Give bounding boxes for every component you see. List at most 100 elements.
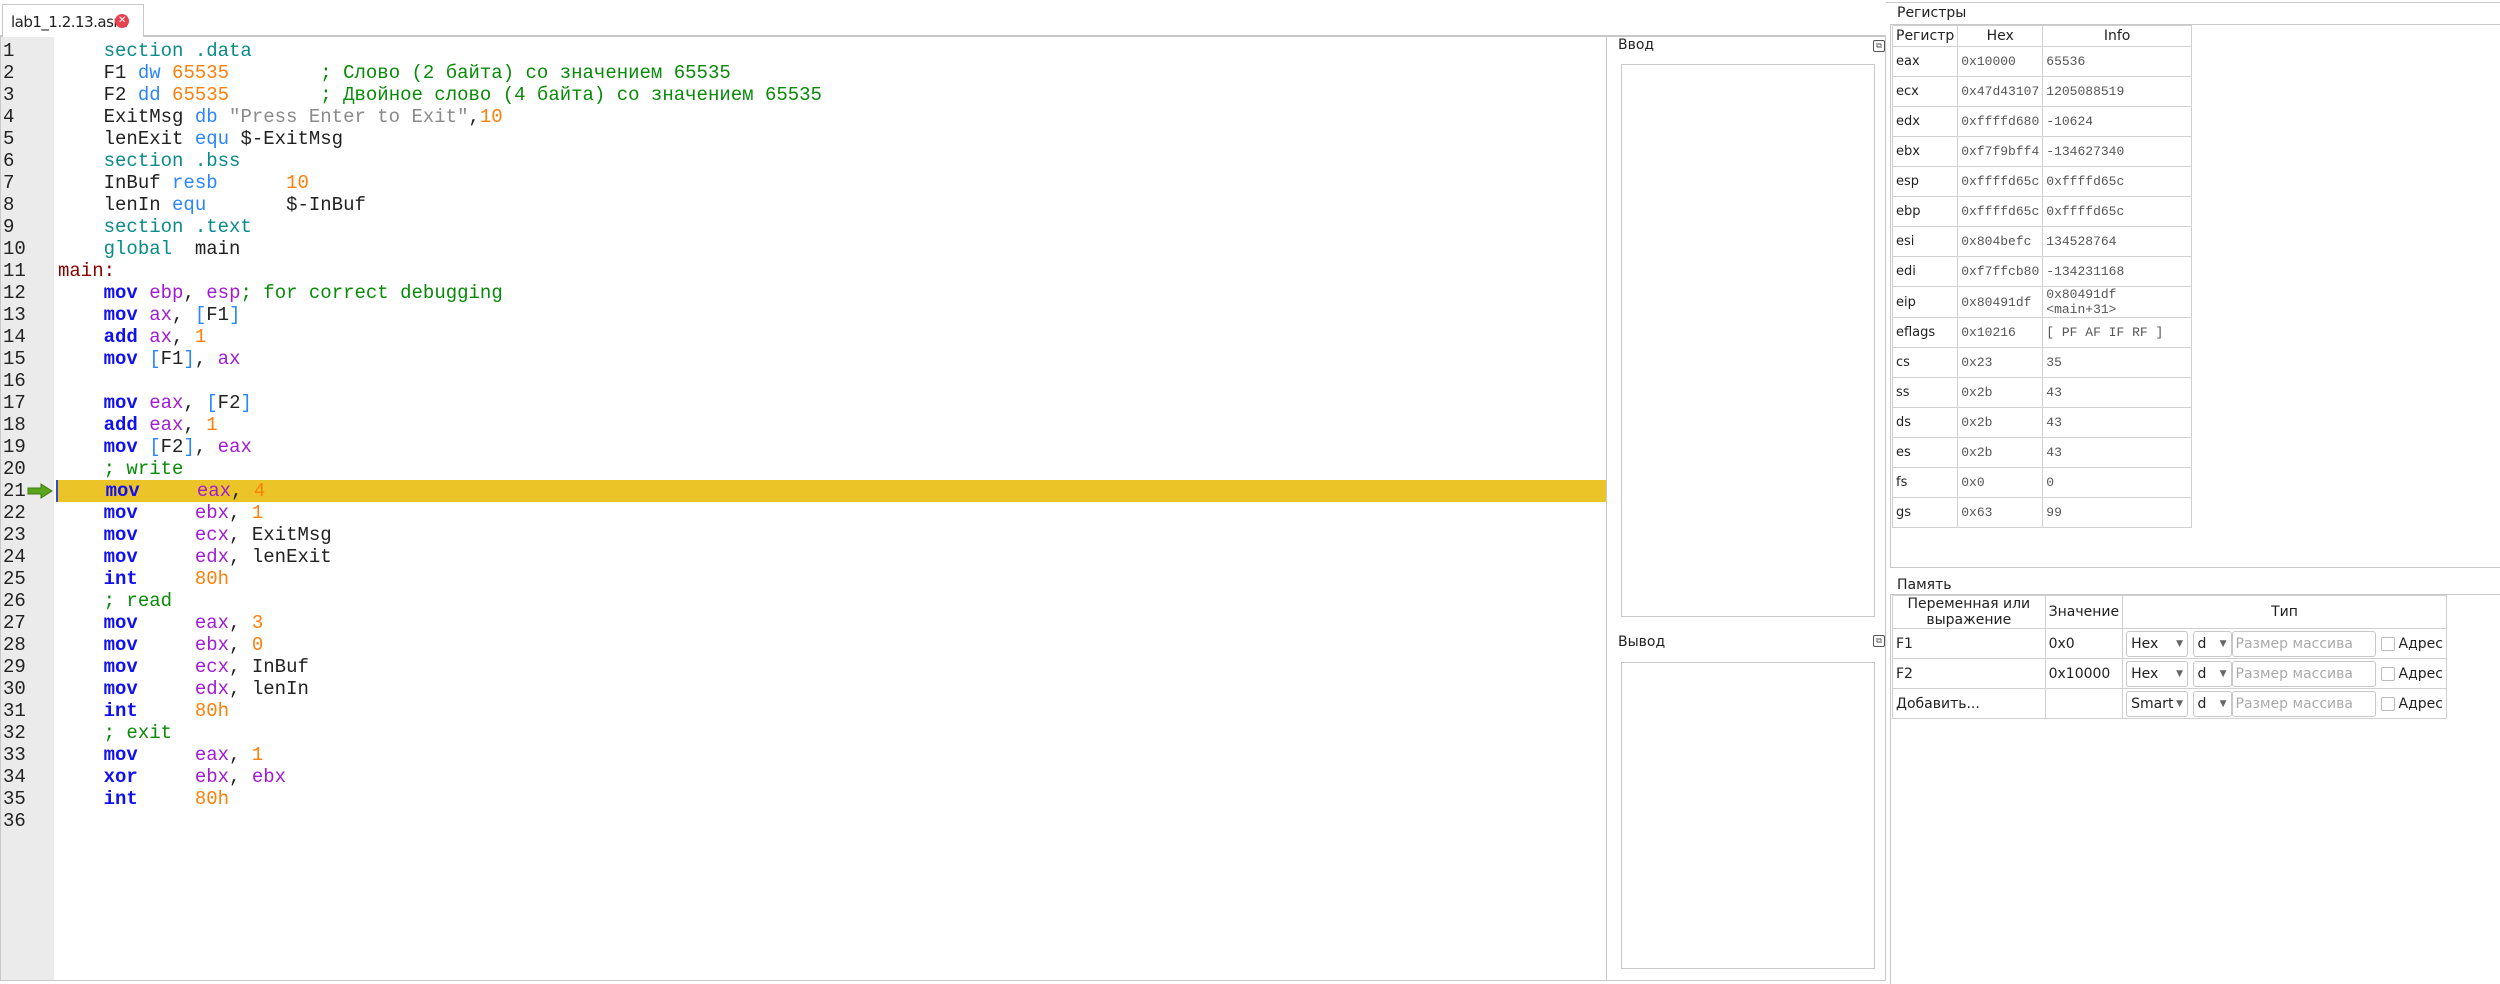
line-number[interactable]: 35 xyxy=(3,788,26,810)
line-number[interactable]: 4 xyxy=(3,106,14,128)
size-select[interactable]: d ▼ xyxy=(2192,630,2232,657)
array-size-input[interactable]: Размер массива xyxy=(2231,660,2376,687)
code-line[interactable]: ; read xyxy=(58,590,1606,612)
line-number[interactable]: 28 xyxy=(3,634,26,656)
code-line[interactable]: mov ax, [F1] xyxy=(58,304,1606,326)
register-row[interactable]: edx 0xffffd680 -10624 xyxy=(1891,106,2192,137)
code-line[interactable]: add eax, 1 xyxy=(58,414,1606,436)
code-line[interactable]: mov edx, lenExit xyxy=(58,546,1606,568)
line-number[interactable]: 15 xyxy=(3,348,26,370)
register-row[interactable]: esi 0x804befc 134528764 xyxy=(1891,226,2192,257)
code-line[interactable]: mov [F2], eax xyxy=(58,436,1606,458)
register-row[interactable]: ebx 0xf7f9bff4 -134627340 xyxy=(1891,136,2192,167)
line-number[interactable]: 22 xyxy=(3,502,26,524)
register-row[interactable]: gs 0x63 99 xyxy=(1891,497,2192,528)
code-line[interactable]: mov eax, 3 xyxy=(58,612,1606,634)
register-row[interactable]: eflags 0x10216[ PF AF IF RF ] xyxy=(1891,317,2192,348)
address-checkbox[interactable] xyxy=(2380,696,2395,711)
line-number[interactable]: 30 xyxy=(3,678,26,700)
line-number[interactable]: 5 xyxy=(3,128,14,150)
register-row[interactable]: ds 0x2b 43 xyxy=(1891,407,2192,438)
line-number[interactable]: 27 xyxy=(3,612,26,634)
code-line[interactable]: int 80h xyxy=(58,568,1606,590)
tab-file[interactable]: lab1_1.2.13.asm ✕ xyxy=(2,4,144,37)
format-select[interactable]: Hex ▼ xyxy=(2126,630,2189,657)
register-row[interactable]: eax 0x10000 65536 xyxy=(1891,46,2192,77)
register-row[interactable]: ebp 0xffffd65c 0xffffd65c xyxy=(1891,196,2192,227)
col-expression[interactable]: Переменная или выражение xyxy=(1892,595,2046,629)
code-line[interactable]: ExitMsg db "Press Enter to Exit",10 xyxy=(58,106,1606,128)
line-number[interactable]: 18 xyxy=(3,414,26,436)
line-number[interactable]: 9 xyxy=(3,216,14,238)
code-line[interactable]: lenExit equ $-ExitMsg xyxy=(58,128,1606,150)
code-line[interactable] xyxy=(58,370,1606,392)
code-line[interactable]: mov ebx, 1 xyxy=(58,502,1606,524)
line-number[interactable]: 36 xyxy=(3,810,26,832)
code-line[interactable]: section .text xyxy=(58,216,1606,238)
array-size-input[interactable]: Размер массива xyxy=(2231,690,2376,717)
line-number[interactable]: 12 xyxy=(3,282,26,304)
size-select[interactable]: d ▼ xyxy=(2192,690,2232,717)
line-number[interactable]: 16 xyxy=(3,370,26,392)
memory-expression[interactable]: F1 xyxy=(1892,628,2046,659)
col-type[interactable]: Тип xyxy=(2122,595,2447,629)
line-number[interactable]: 29 xyxy=(3,656,26,678)
line-number[interactable]: 11 xyxy=(3,260,26,282)
line-number[interactable]: 7 xyxy=(3,172,14,194)
line-number[interactable]: 34 xyxy=(3,766,26,788)
code-line[interactable]: mov edx, lenIn xyxy=(58,678,1606,700)
code-line[interactable]: add ax, 1 xyxy=(58,326,1606,348)
col-value[interactable]: Значение xyxy=(2044,595,2124,629)
code-line[interactable]: InBuf resb 10 xyxy=(58,172,1606,194)
address-checkbox[interactable] xyxy=(2380,666,2395,681)
col-hex[interactable]: Hex xyxy=(1957,25,2044,47)
code-line[interactable]: mov ebp, esp; for correct debugging xyxy=(58,282,1606,304)
line-number[interactable]: 32 xyxy=(3,722,26,744)
memory-expression[interactable]: Добавить... xyxy=(1892,688,2046,719)
col-info[interactable]: Info xyxy=(2042,25,2192,47)
input-area[interactable] xyxy=(1621,64,1875,617)
line-number[interactable]: 1 xyxy=(3,40,14,62)
code-line[interactable]: global main xyxy=(58,238,1606,260)
code-line[interactable]: ; write xyxy=(58,458,1606,480)
code-line[interactable]: mov [F1], ax xyxy=(58,348,1606,370)
memory-row[interactable]: F1 0x0 Hex ▼ d ▼ Размер массива Адрес xyxy=(1892,628,2447,659)
register-row[interactable]: eip 0x80491df 0x80491df <main+31> xyxy=(1891,286,2192,318)
line-number[interactable]: 20 xyxy=(3,458,26,480)
register-row[interactable]: ss 0x2b 43 xyxy=(1891,377,2192,408)
line-number[interactable]: 2 xyxy=(3,62,14,84)
line-number[interactable]: 3 xyxy=(3,84,14,106)
line-number[interactable]: 33 xyxy=(3,744,26,766)
output-area[interactable] xyxy=(1621,662,1875,969)
code-line[interactable]: F2 dd 65535 ; Двойное слово (4 байта) со… xyxy=(58,84,1606,106)
register-row[interactable]: cs 0x23 35 xyxy=(1891,347,2192,378)
register-row[interactable]: esp 0xffffd65c 0xffffd65c xyxy=(1891,166,2192,197)
memory-expression[interactable]: F2 xyxy=(1892,658,2046,689)
col-register[interactable]: Регистр xyxy=(1891,25,1959,47)
address-checkbox[interactable] xyxy=(2380,636,2395,651)
code-line[interactable]: mov eax, 1 xyxy=(58,744,1606,766)
register-row[interactable]: es 0x2b 43 xyxy=(1891,437,2192,468)
code-line-current[interactable]: mov eax, 4 xyxy=(56,480,1606,502)
line-number[interactable]: 31 xyxy=(3,700,26,722)
code-line[interactable]: xor ebx, ebx xyxy=(58,766,1606,788)
array-size-input[interactable]: Размер массива xyxy=(2231,630,2376,657)
memory-row[interactable]: Добавить... Smart ▼ d ▼ Размер массива Адрес xyxy=(1892,688,2447,719)
float-panel-icon[interactable]: ⧉ xyxy=(1873,635,1885,647)
format-select[interactable]: Hex ▼ xyxy=(2126,660,2189,687)
code-line[interactable]: mov ebx, 0 xyxy=(58,634,1606,656)
code-line[interactable]: mov eax, [F2] xyxy=(58,392,1606,414)
line-number[interactable]: 21 xyxy=(3,480,26,502)
code-line[interactable]: ; exit xyxy=(58,722,1606,744)
format-select[interactable]: Smart ▼ xyxy=(2126,690,2189,717)
line-number[interactable]: 14 xyxy=(3,326,26,348)
float-panel-icon[interactable]: ⧉ xyxy=(1873,40,1885,52)
close-icon[interactable]: ✕ xyxy=(115,14,129,28)
line-number[interactable]: 24 xyxy=(3,546,26,568)
register-row[interactable]: fs 0x0 0 xyxy=(1891,467,2192,498)
code-line[interactable]: mov ecx, InBuf xyxy=(58,656,1606,678)
line-number[interactable]: 26 xyxy=(3,590,26,612)
register-row[interactable]: edi 0xf7ffcb80 -134231168 xyxy=(1891,256,2192,287)
line-number[interactable]: 19 xyxy=(3,436,26,458)
code-line[interactable]: int 80h xyxy=(58,700,1606,722)
